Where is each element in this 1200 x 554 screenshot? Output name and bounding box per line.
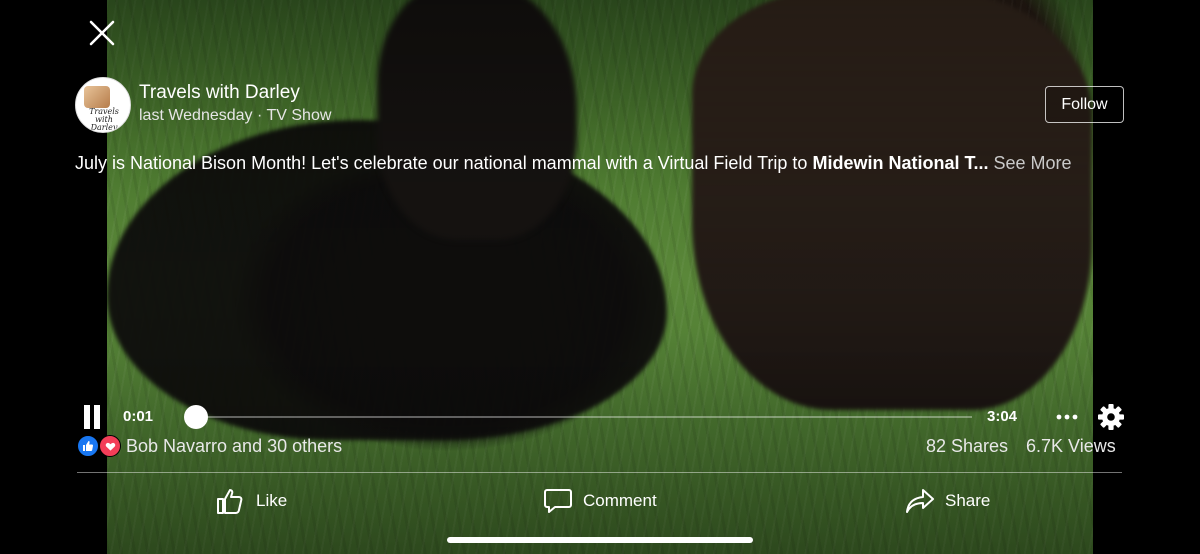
caption-text: July is National Bison Month! Let's cele…	[75, 153, 813, 173]
pause-button[interactable]	[82, 405, 102, 429]
total-time: 3:04	[987, 408, 1018, 425]
pause-icon	[84, 405, 90, 429]
pause-icon	[94, 405, 100, 429]
shares-count[interactable]: 82 Shares	[926, 436, 1008, 457]
ellipsis-icon	[1056, 414, 1078, 420]
settings-button[interactable]	[1097, 403, 1125, 431]
like-reaction-icon	[77, 435, 99, 457]
scrubber-knob[interactable]	[183, 405, 208, 429]
love-reaction-icon	[99, 435, 121, 457]
like-button[interactable]: Like	[216, 486, 287, 516]
comment-label: Comment	[583, 491, 657, 510]
current-time: 0:01	[123, 408, 154, 425]
like-label: Like	[256, 491, 288, 510]
comment-button[interactable]: Comment	[543, 486, 657, 516]
follow-button[interactable]: Follow	[1045, 86, 1124, 123]
page-name[interactable]: Travels with Darley	[139, 82, 300, 104]
post-caption: July is National Bison Month! Let's cele…	[75, 153, 1135, 174]
comment-bubble-icon	[544, 489, 572, 513]
gear-icon	[1098, 404, 1124, 430]
share-button[interactable]: Share	[905, 486, 990, 516]
avatar-brand-text: Travels with Darley	[89, 107, 119, 132]
thumbs-up-icon	[217, 489, 243, 514]
more-options-button[interactable]	[1054, 404, 1080, 430]
share-arrow-icon	[906, 489, 934, 513]
see-more-link[interactable]: See More	[993, 153, 1071, 173]
share-label: Share	[945, 491, 991, 510]
close-icon	[89, 20, 115, 46]
divider	[77, 472, 1122, 473]
caption-link[interactable]: Midewin National T...	[812, 153, 988, 173]
reactors-text[interactable]: Bob Navarro and 30 others	[126, 436, 342, 457]
close-button[interactable]	[86, 17, 118, 49]
video-scrubber[interactable]	[183, 405, 972, 429]
page-avatar[interactable]: Travels with Darley	[75, 77, 131, 133]
avatar-photo	[84, 86, 110, 108]
reaction-summary[interactable]	[77, 435, 123, 457]
home-indicator[interactable]	[447, 537, 753, 543]
post-meta: last Wednesday · TV Show	[139, 107, 332, 124]
views-count: 6.7K Views	[1026, 436, 1116, 456]
